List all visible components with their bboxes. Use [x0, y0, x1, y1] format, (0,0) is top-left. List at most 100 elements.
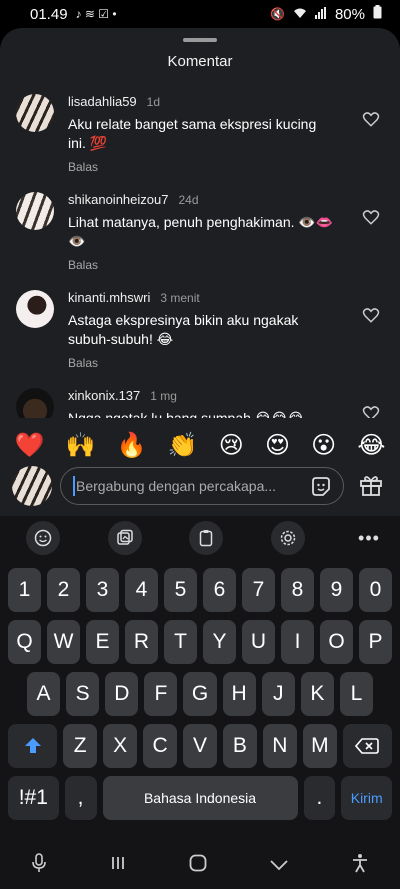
key-u[interactable]: U [242, 620, 275, 664]
key-9[interactable]: 9 [320, 568, 353, 612]
avatar[interactable] [16, 290, 54, 328]
comment-username[interactable]: xinkonix.137 [68, 388, 140, 403]
like-heart-icon[interactable] [362, 110, 380, 128]
key-t[interactable]: T [164, 620, 197, 664]
emoji-laughing[interactable]: 😂 [357, 431, 385, 460]
reply-button[interactable]: Balas [68, 356, 336, 370]
emoji-surprised[interactable]: 😮 [311, 431, 336, 460]
clipboard-button[interactable] [189, 521, 223, 555]
like-heart-icon[interactable] [362, 208, 380, 226]
gear-icon [280, 530, 295, 546]
key-1[interactable]: 1 [8, 568, 41, 612]
comment-time: 1 mg [150, 389, 177, 403]
key-v[interactable]: V [183, 724, 217, 768]
key-7[interactable]: 7 [242, 568, 275, 612]
key-o[interactable]: O [320, 620, 353, 664]
key-i[interactable]: I [281, 620, 314, 664]
status-bar: 01.49 ♪ ≋ ☑ • 🔇 80% [0, 0, 400, 28]
key-m[interactable]: M [302, 724, 337, 768]
gift-icon[interactable] [358, 472, 384, 498]
key-h[interactable]: H [222, 672, 256, 716]
comma-key[interactable]: , [64, 776, 97, 820]
key-3[interactable]: 3 [86, 568, 119, 612]
like-heart-icon[interactable] [362, 306, 380, 324]
recent-apps-icon[interactable] [110, 855, 126, 876]
number-row: 1 2 3 4 5 6 7 8 9 0 [0, 568, 400, 612]
battery-icon [373, 5, 382, 23]
key-4[interactable]: 4 [125, 568, 158, 612]
key-c[interactable]: C [143, 724, 178, 768]
emoji-crying[interactable]: 😢 [219, 431, 244, 460]
key-x[interactable]: X [103, 724, 138, 768]
key-5[interactable]: 5 [164, 568, 197, 612]
emoji-clap[interactable]: 👏 [168, 431, 198, 460]
emoji-heart[interactable]: ❤️ [15, 431, 45, 460]
key-b[interactable]: B [222, 724, 257, 768]
microphone-icon[interactable] [31, 852, 47, 878]
send-key[interactable]: Kirim [341, 776, 392, 820]
comment-username[interactable]: kinanti.mhswri [68, 290, 150, 305]
sticker-icon[interactable] [309, 475, 333, 499]
comment-input-box[interactable] [60, 467, 344, 505]
letter-row-2: A S D F G H J K L [0, 672, 400, 716]
key-z[interactable]: Z [63, 724, 98, 768]
avatar [12, 466, 52, 506]
key-j[interactable]: J [261, 672, 295, 716]
key-8[interactable]: 8 [281, 568, 314, 612]
shift-key[interactable] [8, 724, 58, 768]
navigation-bar [0, 841, 400, 889]
reply-button[interactable]: Balas [68, 258, 336, 272]
key-d[interactable]: D [105, 672, 139, 716]
key-l[interactable]: L [339, 672, 373, 716]
avatar[interactable] [16, 94, 54, 132]
comment-item: kinanti.mhswri 3 menit Astaga ekspresiny… [0, 290, 400, 370]
key-k[interactable]: K [300, 672, 334, 716]
avatar[interactable] [16, 388, 54, 418]
notification-icons: ♪ ≋ ☑ • [75, 7, 117, 21]
comment-list[interactable]: lisadahlia59 1d Aku relate banget sama e… [0, 90, 400, 418]
comment-username[interactable]: lisadahlia59 [68, 94, 137, 109]
smiley-icon [34, 529, 52, 547]
key-n[interactable]: N [262, 724, 297, 768]
key-a[interactable]: A [27, 672, 61, 716]
sticker-keyboard-button[interactable] [107, 521, 142, 555]
key-2[interactable]: 2 [47, 568, 80, 612]
comment-time: 3 menit [160, 291, 200, 305]
emoji-raised-hands[interactable]: 🙌 [66, 431, 96, 460]
accessibility-icon[interactable] [351, 853, 369, 878]
like-heart-icon[interactable] [362, 404, 380, 418]
emoji-keyboard-button[interactable] [26, 521, 60, 555]
emoji-heart-eyes[interactable]: 😍 [265, 431, 290, 460]
comment-text: Lihat matanya, penuh penghakiman. 👁️👄👁️ [68, 214, 334, 249]
symbols-key[interactable]: !#1 [8, 776, 59, 820]
reply-button[interactable]: Balas [68, 160, 336, 174]
letter-row-3: Z X C V B N M [0, 724, 400, 768]
period-key[interactable]: . [303, 776, 336, 820]
status-time: 01.49 [30, 5, 68, 23]
hide-keyboard-icon[interactable] [270, 855, 288, 876]
comment-text: Ngga ngotak lu bang sumpah 😂😂😂 [68, 410, 304, 418]
key-p[interactable]: P [359, 620, 392, 664]
emoji-fire[interactable]: 🔥 [117, 431, 147, 460]
key-q[interactable]: Q [8, 620, 41, 664]
comment-username[interactable]: shikanoinheizou7 [68, 192, 168, 207]
key-g[interactable]: G [183, 672, 217, 716]
key-s[interactable]: S [66, 672, 100, 716]
key-w[interactable]: W [47, 620, 80, 664]
sheet-drag-handle[interactable] [183, 38, 217, 42]
key-e[interactable]: E [86, 620, 119, 664]
key-6[interactable]: 6 [203, 568, 236, 612]
comment-input[interactable] [76, 478, 296, 494]
space-key[interactable]: Bahasa Indonesia [102, 776, 298, 820]
home-icon[interactable] [189, 854, 207, 877]
key-f[interactable]: F [144, 672, 178, 716]
key-0[interactable]: 0 [359, 568, 392, 612]
key-r[interactable]: R [125, 620, 158, 664]
keyboard-settings-button[interactable] [270, 521, 305, 555]
avatar[interactable] [16, 192, 54, 230]
more-options-icon[interactable]: ••• [352, 528, 386, 549]
keyboard: ••• 1 2 3 4 5 6 7 8 9 0 Q W E R T Y U I … [0, 516, 400, 889]
key-y[interactable]: Y [203, 620, 236, 664]
backspace-key[interactable] [342, 724, 392, 768]
mute-icon: 🔇 [270, 7, 285, 21]
